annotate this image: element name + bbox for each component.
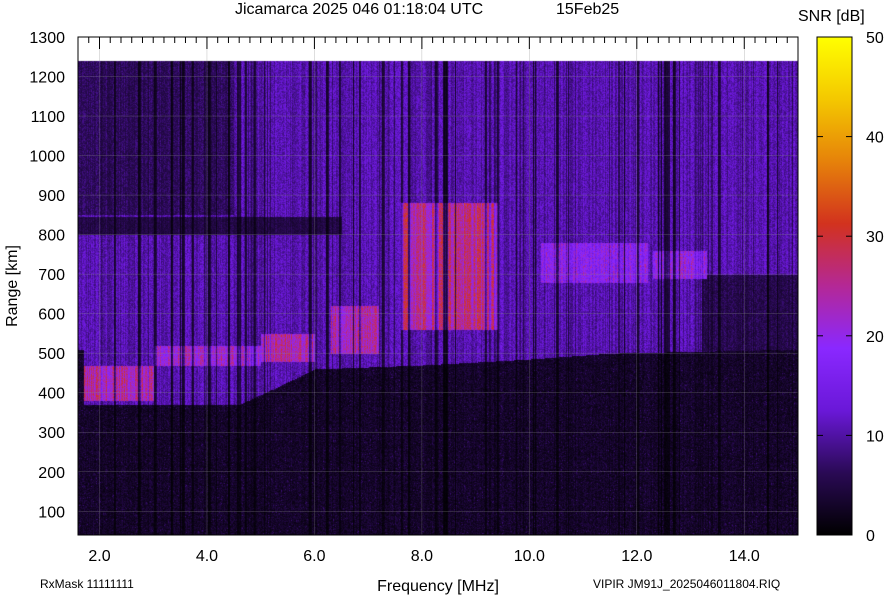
y-tick-label: 100 xyxy=(38,504,65,521)
chart-date: 15Feb25 xyxy=(556,1,619,18)
y-tick-label: 1300 xyxy=(29,30,65,47)
heatmap-foreign xyxy=(78,37,798,535)
y-tick-label: 400 xyxy=(38,386,65,403)
y-axis-title: Range [km] xyxy=(4,245,21,327)
y-tick-label: 1000 xyxy=(29,149,65,166)
colorbar-gradient xyxy=(816,36,853,536)
y-tick-labels: 100 200 300 400 500 600 700 800 900 1000 1100 1200 1… xyxy=(29,30,65,521)
y-tick-label: 900 xyxy=(38,188,65,205)
y-tick-label: 600 xyxy=(38,307,65,324)
colorbar-tick-label: 10 xyxy=(866,428,884,445)
x-tick-label: 2.0 xyxy=(88,548,110,565)
y-tick-label: 1100 xyxy=(31,109,66,126)
ionogram-chart: Jicamarca 2025 046 01:18:04 UTC 15Feb25 … xyxy=(4,1,884,595)
colorbar-tick-label: 0 xyxy=(866,528,875,545)
y-tick-label: 1200 xyxy=(29,70,65,87)
x-tick-label: 8.0 xyxy=(411,548,433,565)
colorbar-tick-label: 50 xyxy=(866,30,884,47)
colorbar-tick-label: 30 xyxy=(866,229,884,246)
y-tick-label: 200 xyxy=(38,465,65,482)
chart-title: Jicamarca 2025 046 01:18:04 UTC xyxy=(235,1,483,18)
x-tick-label: 4.0 xyxy=(196,548,218,565)
x-tick-label: 12.0 xyxy=(621,548,652,565)
x-tick-labels: 2.0 4.0 6.0 8.0 10.0 12.0 14.0 xyxy=(88,548,760,565)
x-tick-label: 6.0 xyxy=(303,548,325,565)
colorbar-tick-label: 20 xyxy=(866,329,884,346)
x-axis-title: Frequency [MHz] xyxy=(377,578,499,595)
colorbar-tick-label: 40 xyxy=(866,130,884,147)
ionogram-heatmap xyxy=(78,37,798,535)
x-tick-label: 14.0 xyxy=(729,548,760,565)
y-tick-label: 800 xyxy=(38,228,65,245)
y-tick-label: 300 xyxy=(38,425,65,442)
x-tick-label: 10.0 xyxy=(514,548,545,565)
y-tick-label: 700 xyxy=(38,267,65,284)
filename-label: VIPIR JM91J_2025046011804.RIQ xyxy=(593,577,780,591)
y-tick-label: 500 xyxy=(38,346,65,363)
colorbar-title: SNR [dB] xyxy=(798,8,865,25)
rxmask-label: RxMask 11111111 xyxy=(40,577,134,591)
